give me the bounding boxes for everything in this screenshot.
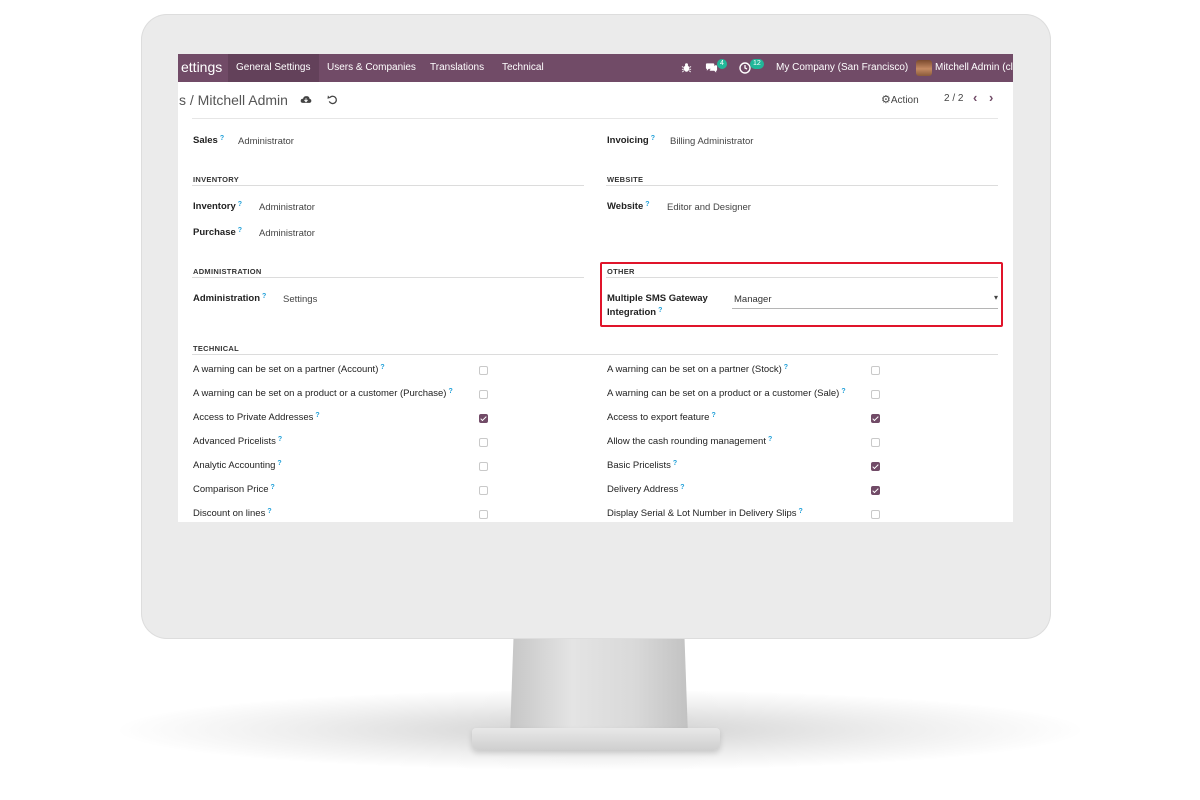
field-value-inventory[interactable]: Administrator [259,202,315,213]
technical-option-label: Delivery Address? [607,484,685,495]
field-label-website: Website? [607,201,650,212]
field-label-sales: Sales? [193,135,225,146]
help-icon: ? [270,484,275,491]
section-divider [192,185,584,186]
help-icon: ? [448,388,453,395]
technical-option-checkbox[interactable] [479,390,488,399]
field-label-purchase: Purchase? [193,227,243,238]
technical-option-label: A warning can be set on a partner (Stock… [607,364,789,375]
technical-option-label: Basic Pricelists? [607,460,678,471]
gear-icon: ⚙ [881,94,891,106]
help-icon: ? [783,364,789,371]
avatar[interactable] [916,60,932,76]
help-icon: ? [267,508,272,515]
pager-value[interactable]: 2 / 2 [944,93,963,104]
user-menu[interactable]: Mitchell Admin (cl [935,54,1013,82]
help-icon: ? [680,484,685,491]
menu-technical[interactable]: Technical [494,54,552,82]
field-value-sales[interactable]: Administrator [238,136,294,147]
technical-option-label: A warning can be set on a product or a c… [607,388,846,399]
technical-option-checkbox[interactable] [871,462,880,471]
help-icon: ? [237,201,243,208]
section-divider [606,185,998,186]
app-title[interactable]: ettings [181,59,222,75]
field-label-inventory: Inventory? [193,201,243,212]
technical-option-checkbox[interactable] [871,390,880,399]
technical-option-label: Analytic Accounting? [193,460,282,471]
technical-option-checkbox[interactable] [479,486,488,495]
messages-badge: 4 [717,59,727,69]
help-icon: ? [767,436,773,443]
menu-users-companies[interactable]: Users & Companies [319,54,424,82]
bug-icon[interactable] [681,62,692,73]
technical-option-label: Display Serial & Lot Number in Delivery … [607,508,803,519]
help-icon: ? [711,412,716,419]
help-icon: ? [380,364,385,371]
help-icon: ? [841,388,846,395]
technical-option-checkbox[interactable] [479,510,488,519]
breadcrumb[interactable]: s / Mitchell Admin [179,92,288,108]
help-icon: ? [798,508,803,515]
field-value-purchase[interactable]: Administrator [259,228,315,239]
technical-option-checkbox[interactable] [871,414,880,423]
section-technical: TECHNICAL [193,344,240,353]
help-icon: ? [262,293,267,300]
technical-option-checkbox[interactable] [871,486,880,495]
help-icon: ? [645,201,650,208]
technical-option-checkbox[interactable] [479,366,488,375]
section-website: WEBSITE [607,175,644,184]
company-switcher[interactable]: My Company (San Francisco) [776,54,908,82]
sheet-top-border [192,118,998,119]
field-label-administration: Administration? [193,293,267,304]
help-icon: ? [672,460,678,467]
technical-option-checkbox[interactable] [871,366,880,375]
cloud-save-icon[interactable] [300,95,312,104]
technical-option-checkbox[interactable] [871,438,880,447]
menu-general-settings[interactable]: General Settings [228,54,319,82]
technical-option-label: A warning can be set on a product or a c… [193,388,453,399]
action-label: Action [890,95,919,106]
chevron-right-icon[interactable]: › [989,90,993,105]
section-inventory: INVENTORY [193,175,240,184]
help-icon: ? [277,436,283,443]
highlight-box [600,262,1003,327]
monitor-stand-base [472,728,720,750]
help-icon: ? [219,135,225,142]
help-icon: ? [650,135,655,142]
action-menu-button[interactable]: ⚙Action [881,93,919,106]
field-label-invoicing: Invoicing? [607,135,655,146]
monitor-stand-neck [510,636,688,736]
field-value-administration[interactable]: Settings [283,294,317,305]
technical-option-checkbox[interactable] [871,510,880,519]
section-administration: ADMINISTRATION [193,267,262,276]
technical-option-label: A warning can be set on a partner (Accou… [193,364,385,375]
technical-option-checkbox[interactable] [479,414,488,423]
menu-translations[interactable]: Translations [422,54,492,82]
help-icon: ? [277,460,282,467]
technical-option-checkbox[interactable] [479,462,488,471]
technical-option-label: Access to Private Addresses? [193,412,320,423]
help-icon: ? [315,412,320,419]
monitor-screen: ettings General Settings Users & Compani… [178,54,1013,522]
technical-option-label: Access to export feature? [607,412,716,423]
activities-badge: 12 [750,59,764,69]
field-value-invoicing[interactable]: Billing Administrator [670,136,753,147]
technical-option-label: Comparison Price? [193,484,275,495]
technical-option-label: Advanced Pricelists? [193,436,283,447]
section-divider [192,354,998,355]
technical-option-label: Discount on lines? [193,508,272,519]
chevron-left-icon[interactable]: ‹ [973,90,977,105]
control-panel: s / Mitchell Admin ⚙Action 2 / 2 ‹ › [178,82,1013,116]
top-navbar: ettings General Settings Users & Compani… [178,54,1013,82]
help-icon: ? [237,227,243,234]
field-value-website[interactable]: Editor and Designer [667,202,751,213]
undo-icon[interactable] [327,94,338,105]
technical-option-label: Allow the cash rounding management? [607,436,773,447]
section-divider [192,277,584,278]
technical-option-checkbox[interactable] [479,438,488,447]
